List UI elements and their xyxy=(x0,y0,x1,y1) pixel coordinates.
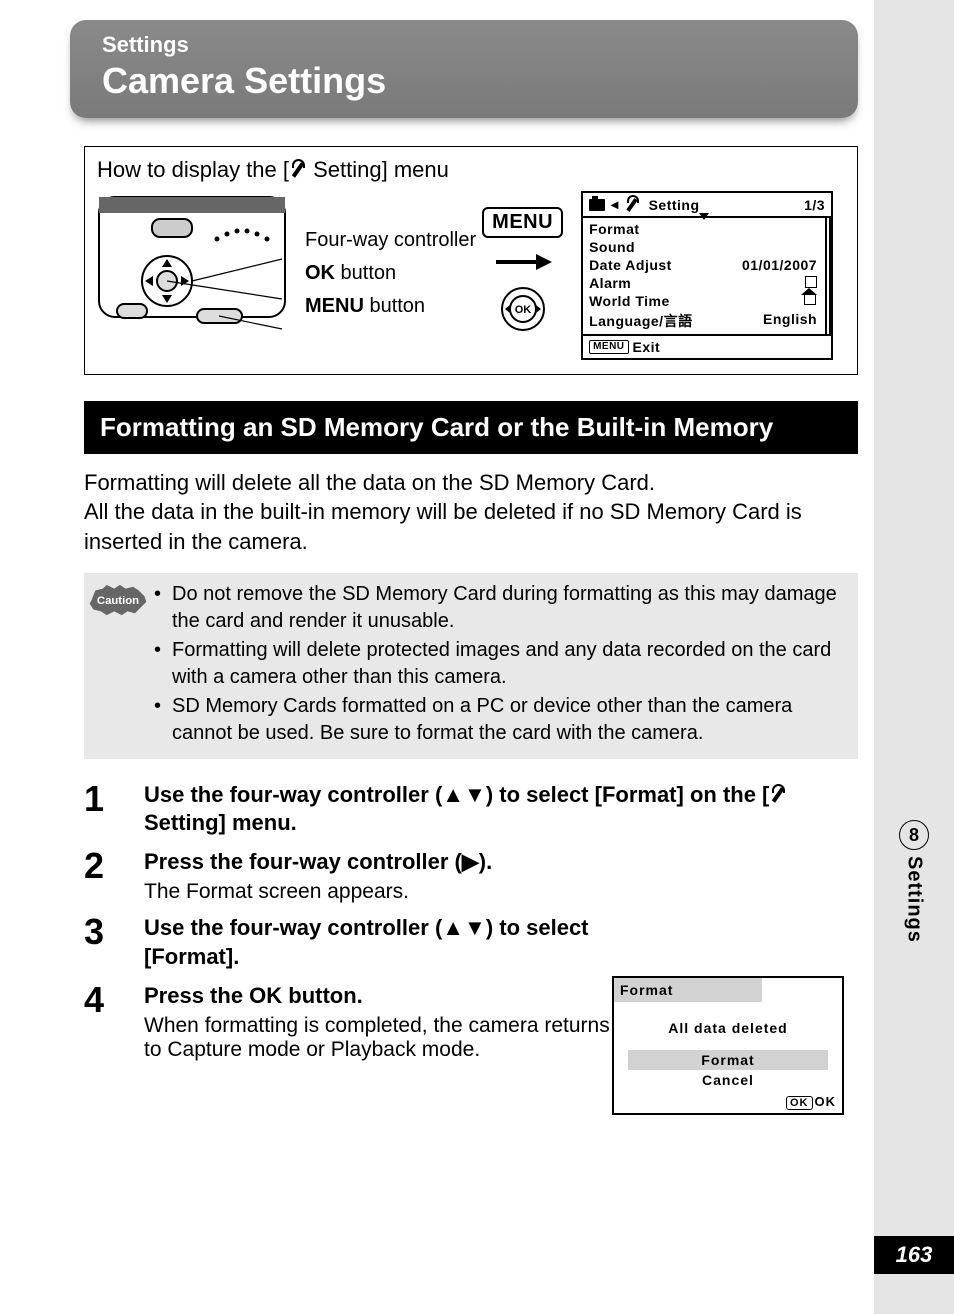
format-dialog: Format All data deleted Format Cancel OK… xyxy=(612,976,844,1115)
step-heading: Use the four-way controller (▲▼) to sele… xyxy=(144,914,614,971)
step-number: 1 xyxy=(84,781,118,817)
lcd-row-value: English xyxy=(737,311,817,331)
caution-item: Formatting will delete protected images … xyxy=(154,637,838,691)
label-ok-bold: OK xyxy=(305,262,335,284)
format-dialog-message: All data deleted xyxy=(614,1002,842,1050)
step-hd-pre: Use the four-way controller (▲▼) to sele… xyxy=(144,782,769,807)
lcd-row-value: 01/01/2007 xyxy=(737,257,817,273)
label-ok-button: OK button xyxy=(305,262,476,285)
step: 4 Press the OK button. When formatting i… xyxy=(84,982,614,1063)
header-title: Camera Settings xyxy=(102,60,826,102)
format-dialog-title: Format xyxy=(614,978,762,1002)
header-category: Settings xyxy=(102,32,826,58)
lcd-row: Format xyxy=(589,220,823,238)
lcd-row-value xyxy=(737,239,817,255)
triangle-down-icon xyxy=(699,213,709,220)
lcd-tab-arrow-left: ◂ xyxy=(611,196,619,213)
format-option: Cancel xyxy=(614,1070,842,1090)
step-number: 4 xyxy=(84,982,118,1018)
label-fourway: Four-way controller xyxy=(305,229,476,252)
house-icon xyxy=(801,294,817,306)
howto-title: How to display the [ Setting] menu xyxy=(97,157,845,183)
label-menu-rest: button xyxy=(364,295,425,317)
nav-arrow-column: MENU OK xyxy=(482,207,563,332)
lcd-row-value xyxy=(737,293,817,309)
step-heading: Use the four-way controller (▲▼) to sele… xyxy=(144,781,858,838)
section-heading: Formatting an SD Memory Card or the Buil… xyxy=(84,401,858,454)
wrench-icon xyxy=(625,198,639,212)
caution-box: Caution Do not remove the SD Memory Card… xyxy=(84,573,858,759)
right-arrow-icon xyxy=(494,252,552,272)
label-ok-rest: button xyxy=(335,262,396,284)
lcd-list: Format Sound Date Adjust 01/01/2007 Alarm… xyxy=(583,218,831,334)
menu-button-glyph: MENU xyxy=(482,207,563,238)
right-sidebar-strip: 8 Settings 163 xyxy=(874,0,954,1314)
lcd-row-label: World Time xyxy=(589,293,670,309)
ok-dial-icon: OK xyxy=(500,286,546,332)
page-header: Settings Camera Settings xyxy=(70,20,858,118)
format-dialog-footer: OKOK xyxy=(614,1090,842,1113)
lcd-footer: MENU Exit xyxy=(583,334,831,358)
step-hd-post: Setting] menu. xyxy=(144,810,297,835)
page-number: 163 xyxy=(874,1236,954,1274)
step-number: 2 xyxy=(84,848,118,884)
wrench-icon xyxy=(769,786,787,804)
step: 1 Use the four-way controller (▲▼) to se… xyxy=(84,781,858,838)
label-menu-bold: MENU xyxy=(305,295,364,317)
format-option-selected: Format xyxy=(628,1050,828,1070)
lcd-row-value xyxy=(737,221,817,237)
caution-item: SD Memory Cards formatted on a PC or dev… xyxy=(154,693,838,747)
lcd-page: 1/3 xyxy=(804,197,825,213)
wrench-icon xyxy=(289,161,307,179)
camera-icon xyxy=(589,199,605,211)
ok-box-icon: OK xyxy=(786,1096,813,1110)
step-subtext: The Format screen appears. xyxy=(144,880,858,904)
lcd-row: World Time xyxy=(589,292,823,310)
ok-dial-text: OK xyxy=(514,304,531,316)
lcd-row: Date Adjust 01/01/2007 xyxy=(589,256,823,274)
lcd-exit: Exit xyxy=(633,339,661,355)
caution-badge-icon: Caution xyxy=(86,583,150,617)
step-number: 3 xyxy=(84,914,118,950)
camera-illustration xyxy=(97,189,287,349)
lcd-wrap: ◂ Setting 1/3 Format Sound Date Adjust 01… xyxy=(581,191,833,360)
step-heading: Press the four-way controller (▶). xyxy=(144,848,858,877)
caution-item: Do not remove the SD Memory Card during … xyxy=(154,581,838,635)
lcd-title: Setting xyxy=(649,197,700,213)
howto-title-pre: How to display the [ xyxy=(97,157,289,182)
howto-box: How to display the [ Setting] menu xyxy=(84,146,858,375)
side-tab: 8 Settings xyxy=(874,820,954,943)
lcd-row: Language/言語 English xyxy=(589,310,823,332)
intro-text: Formatting will delete all the data on t… xyxy=(84,468,858,557)
menu-mini-icon: MENU xyxy=(589,340,628,354)
chapter-number-circle: 8 xyxy=(899,820,929,850)
chapter-label: Settings xyxy=(903,856,926,943)
lcd-row-label: Alarm xyxy=(589,275,631,291)
lcd-row-label: Sound xyxy=(589,239,635,255)
lcd-row: Alarm xyxy=(589,274,823,292)
howto-title-post: Setting] menu xyxy=(307,157,449,182)
camera-labels: Four-way controller OK button MENU butto… xyxy=(305,229,476,328)
step-heading: Press the OK button. xyxy=(144,982,614,1011)
step: 2 Press the four-way controller (▶). The… xyxy=(84,848,858,905)
lcd-row-label: Format xyxy=(589,221,639,237)
step-subtext: When formatting is completed, the camera… xyxy=(144,1014,614,1062)
label-menu-button: MENU button xyxy=(305,295,476,318)
square-icon xyxy=(805,276,817,288)
lcd-row-label: Date Adjust xyxy=(589,257,672,273)
caution-text: Caution xyxy=(97,594,139,606)
lcd-row-label: Language/言語 xyxy=(589,311,693,331)
ok-label: OK xyxy=(815,1094,837,1109)
step: 3 Use the four-way controller (▲▼) to se… xyxy=(84,914,614,971)
lcd-row: Sound xyxy=(589,238,823,256)
